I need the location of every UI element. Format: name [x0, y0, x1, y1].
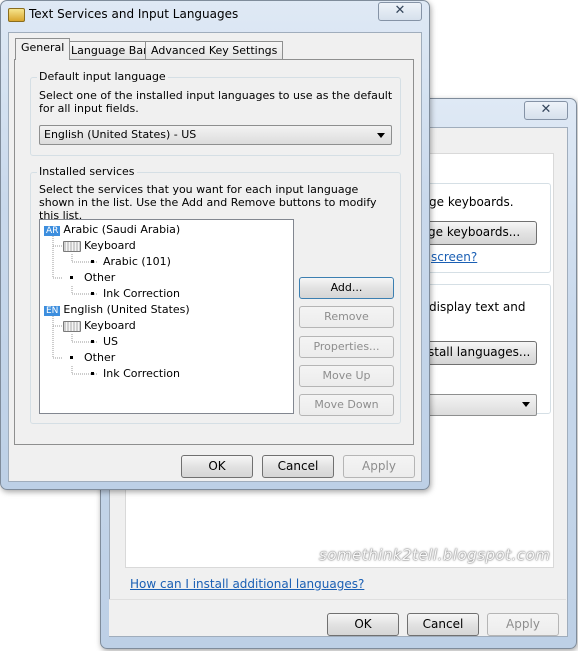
cancel-button[interactable]: Cancel	[262, 455, 334, 478]
keyboards-desc: ge keyboards.	[429, 195, 514, 209]
back-close-button[interactable]: ✕	[524, 101, 568, 120]
display-language-select[interactable]	[421, 394, 537, 416]
default-input-select[interactable]: English (United States) - US	[39, 125, 392, 145]
tree-item-arabic-ink[interactable]: Ink Correction	[103, 287, 180, 300]
move-up-button[interactable]: Move Up	[299, 365, 394, 387]
bullet-icon	[70, 356, 73, 359]
keyboard-icon	[63, 321, 81, 332]
display-language-desc: display text and	[429, 300, 526, 314]
default-input-desc: Select one of the installed input langua…	[39, 89, 393, 115]
tree-item-english-label: English (United States)	[63, 303, 190, 316]
bullet-icon	[91, 372, 94, 375]
tree-item-english-ink[interactable]: Ink Correction	[103, 367, 180, 380]
dialog-title: Text Services and Input Languages	[29, 7, 239, 21]
tab-advanced-key-settings[interactable]: Advanced Key Settings	[145, 41, 284, 60]
text-services-dialog: Text Services and Input Languages ✕ Gene…	[0, 0, 430, 490]
add-button[interactable]: Add...	[299, 277, 394, 299]
chevron-down-icon	[522, 402, 530, 407]
apply-button[interactable]: Apply	[343, 455, 415, 478]
change-keyboards-button[interactable]: ge keyboards...	[421, 221, 537, 245]
back-ok-button[interactable]: OK	[327, 613, 399, 636]
installed-services-tree[interactable]: AR Arabic (Saudi Arabia) Keyboard Arabic …	[39, 219, 294, 414]
tab-language-bar[interactable]: Language Bar	[65, 41, 154, 60]
tree-item-arabic-label: Arabic (Saudi Arabia)	[63, 223, 181, 236]
bullet-icon	[91, 260, 94, 263]
installed-services-group-title: Installed services	[37, 165, 137, 178]
installed-services-desc: Select the services that you want for ea…	[39, 183, 377, 222]
back-apply-button[interactable]: Apply	[487, 613, 559, 636]
properties-button[interactable]: Properties...	[299, 336, 394, 358]
remove-button[interactable]: Remove	[299, 306, 394, 328]
tab-general[interactable]: General	[15, 38, 71, 60]
install-languages-button[interactable]: stall languages...	[421, 341, 537, 365]
bullet-icon	[91, 340, 94, 343]
keyboard-app-icon	[8, 8, 25, 22]
install-languages-help-link[interactable]: How can I install additional languages?	[130, 577, 364, 591]
default-input-group-title: Default input language	[37, 70, 168, 83]
bullet-icon	[70, 276, 73, 279]
close-button[interactable]: ✕	[378, 2, 422, 21]
tree-item-english-keyboard[interactable]: Keyboard	[84, 319, 136, 332]
language-badge: EN	[44, 306, 61, 316]
tree-item-english-us[interactable]: US	[103, 335, 118, 348]
keyboard-icon	[63, 241, 81, 252]
screen-link[interactable]: screen?	[431, 250, 477, 264]
default-input-selected: English (United States) - US	[44, 128, 197, 141]
chevron-down-icon	[377, 133, 385, 138]
tree-item-english[interactable]: EN English (United States)	[44, 303, 190, 316]
tree-item-arabic-other[interactable]: Other	[84, 271, 115, 284]
tree-item-english-other[interactable]: Other	[84, 351, 115, 364]
tree-item-arabic-keyboard[interactable]: Keyboard	[84, 239, 136, 252]
language-badge: AR	[44, 226, 61, 236]
move-down-button[interactable]: Move Down	[299, 394, 394, 416]
back-cancel-button[interactable]: Cancel	[407, 613, 479, 636]
watermark: somethink2tell.blogspot.com	[319, 546, 551, 564]
tree-item-arabic[interactable]: AR Arabic (Saudi Arabia)	[44, 223, 180, 236]
tree-item-arabic-101[interactable]: Arabic (101)	[103, 255, 171, 268]
ok-button[interactable]: OK	[181, 455, 253, 478]
bullet-icon	[91, 292, 94, 295]
